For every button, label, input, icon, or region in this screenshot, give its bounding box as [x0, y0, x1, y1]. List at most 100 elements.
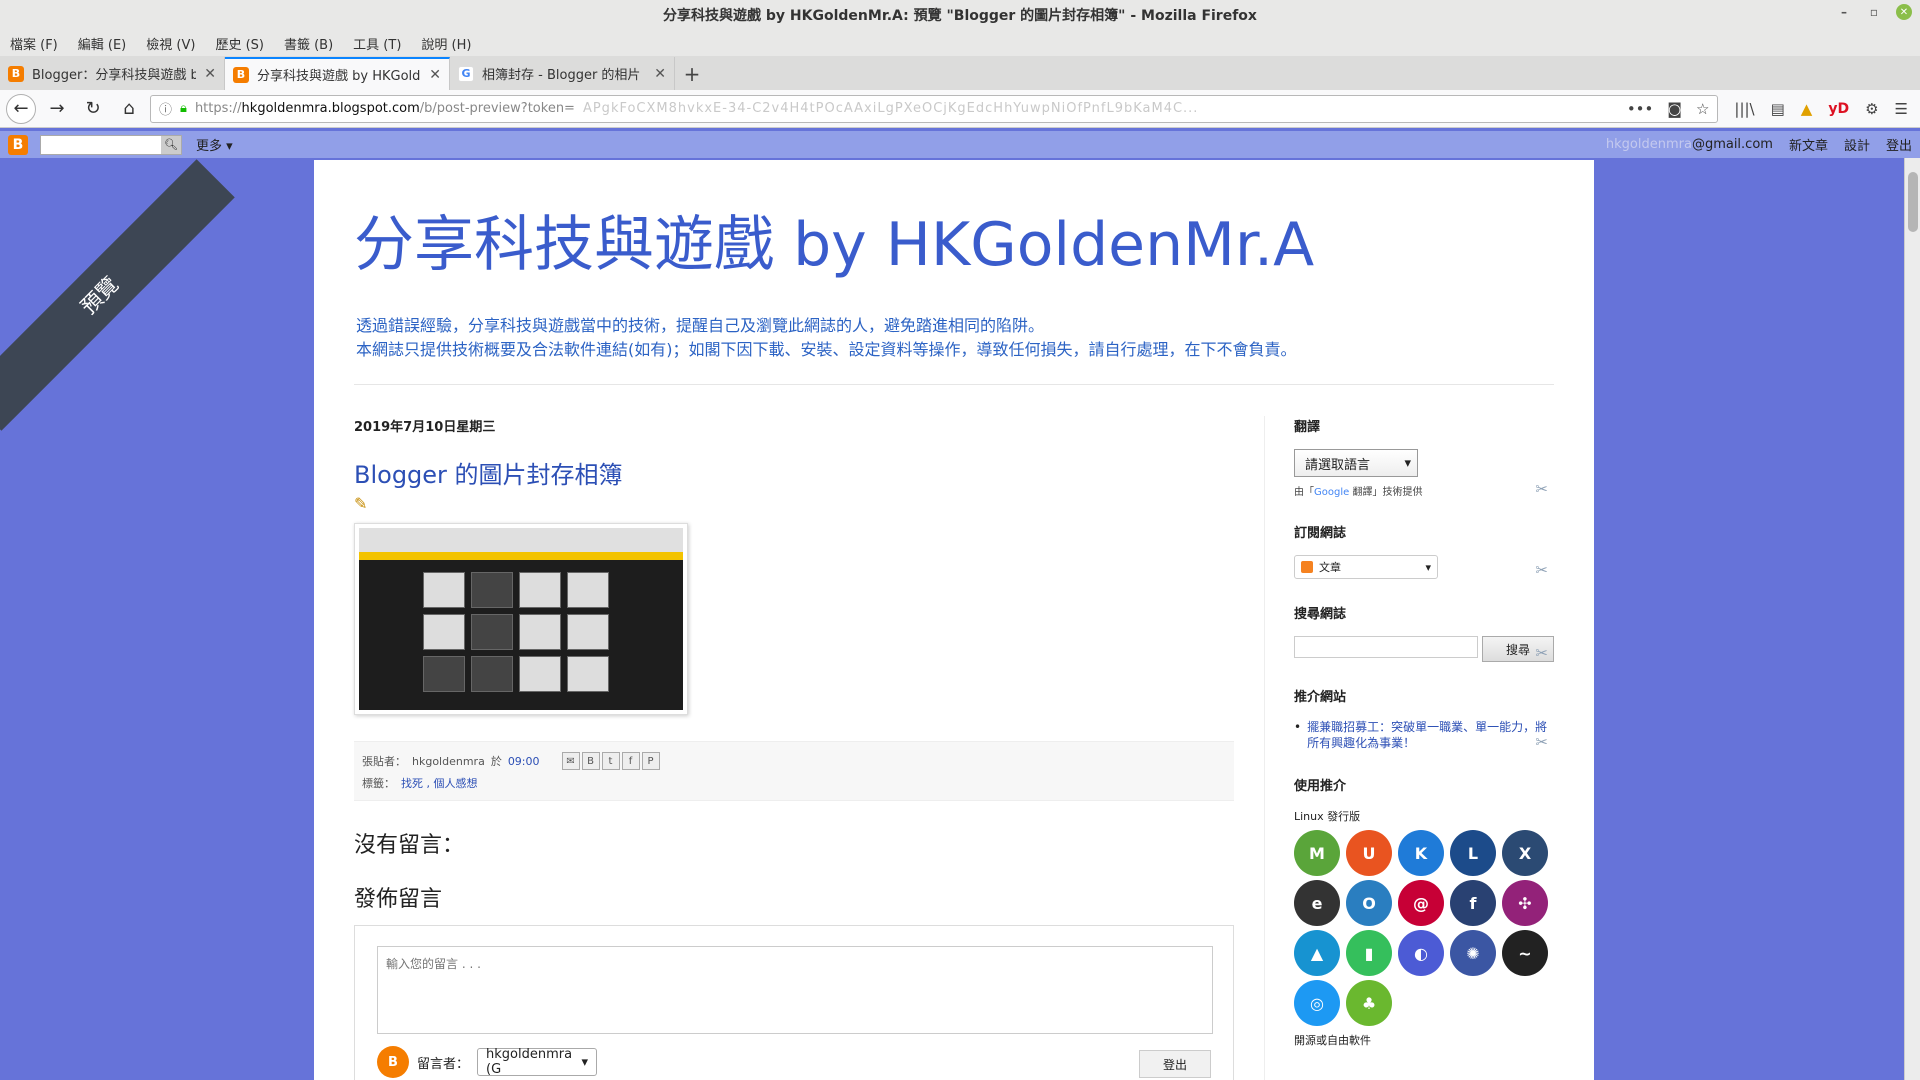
recommended-link[interactable]: 擺兼職招募工：突破單一職業、單一能力，將所有興趣化為事業！ [1307, 719, 1554, 751]
comment-logout-button[interactable]: 登出 [1139, 1050, 1211, 1078]
blogger-logo-icon[interactable]: B [8, 134, 28, 155]
more-menu[interactable]: 更多 ▾ [196, 135, 233, 154]
widget-title: 使用推介 [1294, 779, 1347, 794]
window-title: 分享科技與遊戲 by HKGoldenMr.A: 預覽 "Blogger 的圖片… [663, 8, 1257, 24]
widget-title: 翻譯 [1294, 420, 1321, 435]
edit-widget-icon[interactable]: ✂ [1535, 480, 1548, 498]
widget-title: 搜尋網誌 [1294, 607, 1347, 622]
tab-album-archive[interactable]: G 相簿封存 - Blogger 的相片 ✕ [450, 57, 675, 90]
reload-button[interactable]: ↻ [78, 94, 108, 124]
close-tab-icon[interactable]: ✕ [654, 66, 666, 82]
usage-recommend-widget: 使用推介 Linux 發行版 M U K L Xe O @ f ✣ ▲ ▮ ◐ ✺ ~ ◎ ♣ 開源或自由軟件 [1294, 775, 1554, 1048]
menu-tools[interactable]: 工具 (T) [353, 34, 401, 53]
blog-title[interactable]: 分享科技與遊戲 by HKGoldenMr.A [354, 196, 1314, 283]
sabayon-icon[interactable]: ✺ [1450, 930, 1496, 976]
blog-description-line: 本網誌只提供技術概要及合法軟件連結(如有)；如閣下因下載、安裝、設定資料等操作，… [356, 340, 1297, 359]
at-label: 於 [490, 755, 502, 768]
post-time-link[interactable]: 09:00 [508, 755, 540, 768]
menu-help[interactable]: 說明 (H) [421, 34, 471, 53]
close-tab-icon[interactable]: ✕ [429, 67, 441, 83]
page-actions-icon[interactable]: ••• [1627, 100, 1654, 118]
mageia-icon[interactable]: ◐ [1398, 930, 1444, 976]
commenter-select[interactable]: hkgoldenmra (G ▾ [477, 1047, 598, 1077]
tab-label: 相簿封存 - Blogger 的相片 [482, 68, 641, 83]
extension-a-icon[interactable]: ▲ [1801, 100, 1813, 118]
facebook-share-icon[interactable]: f [621, 752, 640, 770]
widget-title: 推介網站 [1294, 690, 1347, 705]
linux-distros-label: Linux 發行版 [1294, 810, 1361, 823]
post-footer: 張貼者： hkgoldenmra 於 09:00 ✉ B t f P 標籤： 找… [354, 741, 1234, 801]
menu-view[interactable]: 檢視 (V) [146, 34, 195, 53]
post-author[interactable]: hkgoldenmra [412, 755, 485, 768]
edit-pencil-icon[interactable]: ✎ [354, 494, 1234, 513]
fedora-icon[interactable]: f [1450, 880, 1496, 926]
info-icon[interactable]: ⓘ [159, 99, 172, 118]
tab-blogger-dashboard[interactable]: B Blogger：分享科技與遊戲 by HKG ✕ [0, 57, 225, 90]
menu-edit[interactable]: 編輯 (E) [78, 34, 127, 53]
yandex-dictionary-icon[interactable]: yD [1828, 101, 1849, 117]
post-screenshot-image[interactable] [354, 523, 688, 715]
clover-icon[interactable]: ♣ [1346, 980, 1392, 1026]
language-select[interactable]: 請選取語言 ▾ [1294, 449, 1418, 477]
kde-neon-icon[interactable]: ◎ [1294, 980, 1340, 1026]
linux-mint-icon[interactable]: M [1294, 830, 1340, 876]
bookmark-star-icon[interactable]: ☆ [1696, 100, 1709, 118]
blogger-search-input[interactable]: 🔍︎ [40, 134, 182, 155]
pinterest-share-icon[interactable]: P [641, 752, 660, 770]
url-bar[interactable]: ⓘ 🔒︎ https://hkgoldenmra.blogspot.com/b/… [150, 94, 1719, 123]
post-title[interactable]: Blogger 的圖片封存相簿 [354, 455, 1234, 490]
extension-b-icon[interactable]: ⚙ [1865, 100, 1878, 118]
library-icon[interactable]: |||\ [1734, 100, 1754, 118]
search-icon[interactable]: 🔍︎ [161, 135, 181, 154]
design-link[interactable]: 設計 [1844, 135, 1870, 154]
manjaro-icon[interactable]: ▮ [1346, 930, 1392, 976]
comment-textarea[interactable] [377, 946, 1213, 1034]
maximize-button[interactable]: ▫ [1866, 4, 1882, 20]
menu-history[interactable]: 歷史 (S) [215, 34, 264, 53]
tab-label: Blogger：分享科技與遊戲 by HKG [32, 68, 197, 83]
navigation-toolbar: ← → ↻ ⌂ ⓘ 🔒︎ https://hkgoldenmra.blogspo… [0, 90, 1920, 128]
close-button[interactable]: ✕ [1896, 4, 1912, 20]
vertical-scrollbar[interactable] [1904, 158, 1920, 1080]
post-labels-link[interactable]: 找死 , 個人感想 [401, 775, 478, 791]
kali-icon[interactable]: ~ [1502, 930, 1548, 976]
scrollbar-thumb[interactable] [1908, 172, 1918, 232]
lubuntu-icon[interactable]: L [1450, 830, 1496, 876]
debian-icon[interactable]: @ [1398, 880, 1444, 926]
subscribe-select[interactable]: 文章 ▾ [1294, 555, 1438, 579]
elementary-icon[interactable]: e [1294, 880, 1340, 926]
edit-widget-icon[interactable]: ✂ [1535, 644, 1548, 662]
opensuse-icon[interactable]: O [1346, 880, 1392, 926]
xubuntu-icon[interactable]: X [1502, 830, 1548, 876]
translate-widget: 翻譯 請選取語言 ▾ 由「Google 翻譯」技術提供 ✂ [1294, 416, 1554, 498]
blog-search-input[interactable] [1294, 636, 1478, 658]
home-button[interactable]: ⌂ [114, 94, 144, 124]
pocket-icon[interactable]: ◙ [1667, 100, 1682, 118]
sign-out-link[interactable]: 登出 [1886, 135, 1912, 154]
menu-file[interactable]: 檔案 (F) [10, 34, 58, 53]
edit-widget-icon[interactable]: ✂ [1535, 733, 1548, 751]
url-token-blurred: APgkFoCXM8hvkxE-34-C2v4H4tPOcAAxiLgPXeOC… [582, 101, 1199, 116]
forward-button[interactable]: → [42, 94, 72, 124]
menu-bookmarks[interactable]: 書籤 (B) [284, 34, 333, 53]
edit-widget-icon[interactable]: ✂ [1535, 561, 1548, 579]
comment-form: B 留言者： hkgoldenmra (G▾ 登出 [354, 925, 1234, 1080]
centos-icon[interactable]: ✣ [1502, 880, 1548, 926]
hamburger-menu-icon[interactable]: ☰ [1895, 100, 1908, 118]
tab-blog-preview[interactable]: B 分享科技與遊戲 by HKGoldenMr.A ✕ [225, 57, 450, 90]
google-favicon-icon: G [458, 65, 474, 82]
new-post-link[interactable]: 新文章 [1789, 135, 1828, 154]
twitter-share-icon[interactable]: t [601, 752, 620, 770]
blog-this-icon[interactable]: B [581, 752, 600, 770]
back-button[interactable]: ← [6, 93, 36, 124]
new-tab-button[interactable]: + [675, 57, 709, 90]
email-share-icon[interactable]: ✉ [561, 752, 580, 770]
arch-icon[interactable]: ▲ [1294, 930, 1340, 976]
minimize-button[interactable]: – [1836, 4, 1852, 20]
distro-icon-grid: M U K L Xe O @ f ✣ ▲ ▮ ◐ ✺ ~ ◎ ♣ [1294, 830, 1554, 1026]
url-path: /b/post-preview?token= [419, 101, 575, 116]
ubuntu-icon[interactable]: U [1346, 830, 1392, 876]
sidebar-icon[interactable]: ▤ [1771, 100, 1785, 118]
kubuntu-icon[interactable]: K [1398, 830, 1444, 876]
close-tab-icon[interactable]: ✕ [204, 66, 216, 82]
